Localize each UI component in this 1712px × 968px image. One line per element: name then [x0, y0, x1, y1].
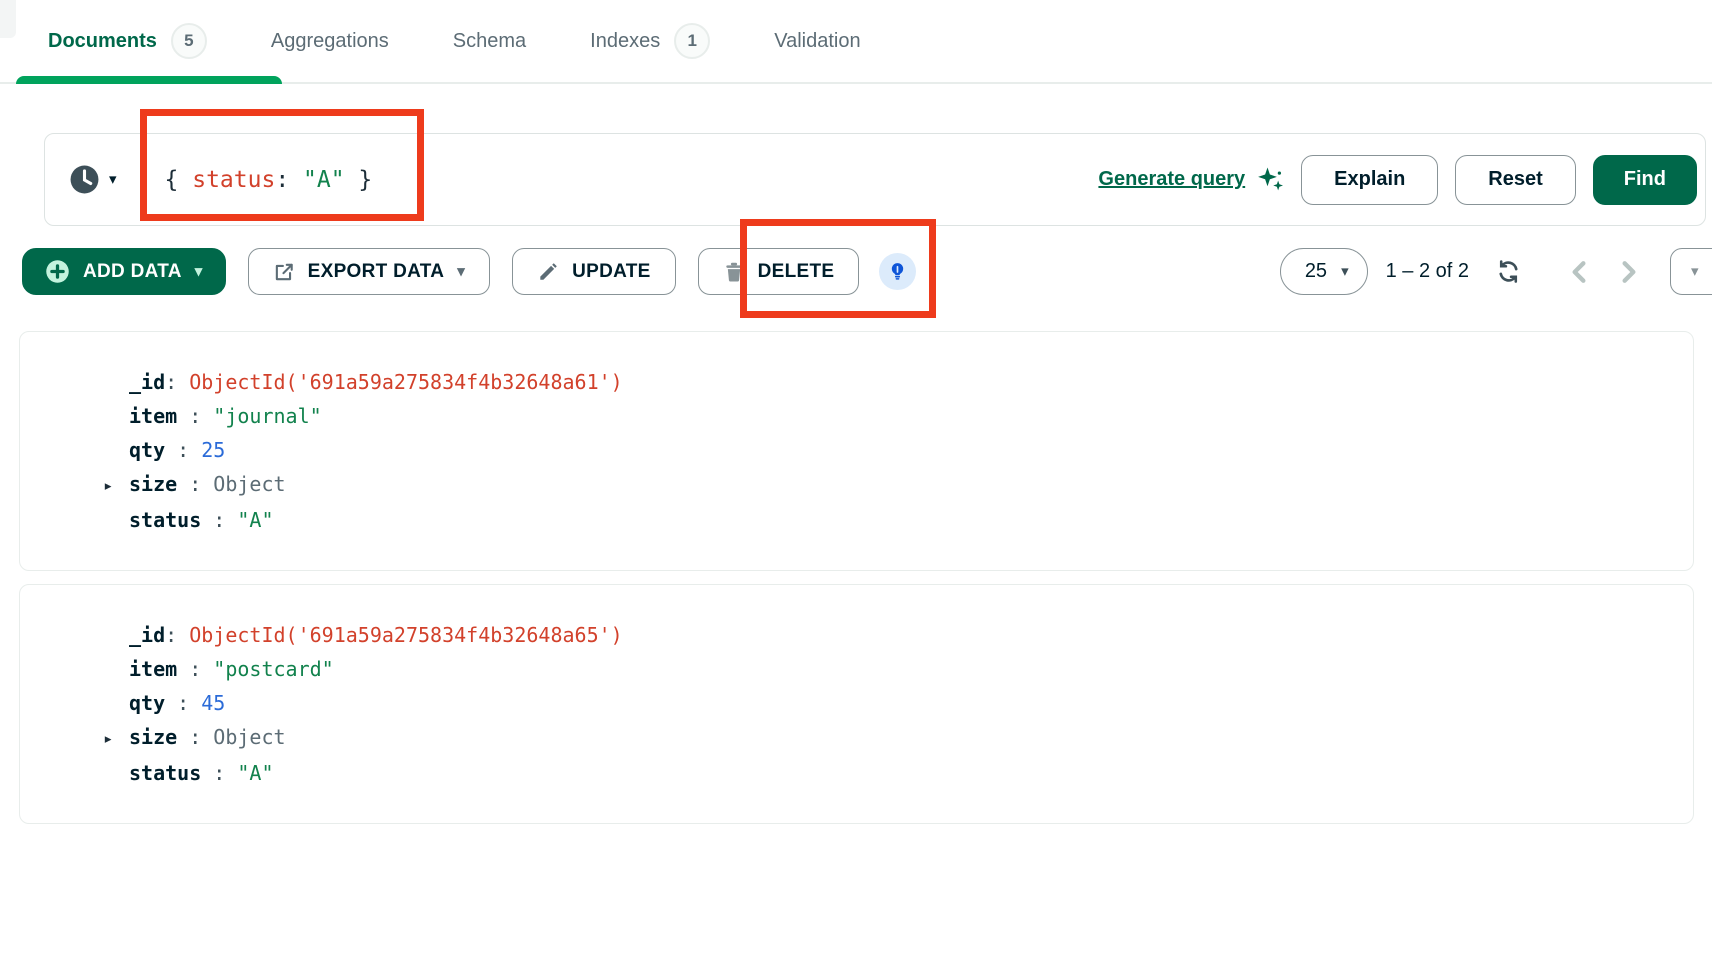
- field-key: qty: [129, 438, 165, 462]
- pencil-icon: [537, 261, 559, 283]
- generate-query-link[interactable]: Generate query: [1098, 168, 1245, 191]
- view-options-dropdown[interactable]: ▾: [1670, 248, 1712, 295]
- chevron-down-icon: ▾: [1341, 264, 1349, 279]
- clock-icon: [69, 164, 100, 195]
- lightbulb-icon: [887, 261, 908, 282]
- tab-validation[interactable]: Validation: [774, 30, 860, 53]
- chevron-left-icon: [1568, 259, 1590, 285]
- expand-triangle-icon[interactable]: ▸: [103, 476, 113, 496]
- pagination-range-label: 1 – 2 of 2: [1386, 260, 1469, 283]
- field-row-qty: qty : 45: [103, 686, 1693, 720]
- field-row-size: ▸size : Object: [103, 720, 1693, 756]
- field-row-id: _id: ObjectId('691a59a275834f4b32648a65'…: [103, 618, 1693, 652]
- field-key: _id: [129, 623, 165, 647]
- field-key: item: [129, 404, 177, 428]
- tab-documents[interactable]: Documents 5: [48, 23, 207, 59]
- trash-icon: [723, 261, 745, 283]
- field-row-item: item : "postcard": [103, 652, 1693, 686]
- update-button[interactable]: UPDATE: [512, 248, 676, 295]
- tab-indexes[interactable]: Indexes 1: [590, 23, 710, 59]
- query-bar: ▾ { status: "A" } Generate query Explain…: [44, 133, 1706, 226]
- tab-aggregations-label: Aggregations: [271, 30, 389, 53]
- delete-label: DELETE: [758, 261, 835, 283]
- field-row-size: ▸size : Object: [103, 467, 1693, 503]
- page-size-select[interactable]: 25 ▾: [1280, 248, 1368, 295]
- active-tab-underline: [16, 76, 282, 84]
- field-row-status: status : "A": [103, 756, 1693, 790]
- chevron-down-icon: ▾: [195, 264, 203, 279]
- refresh-documents-button[interactable]: [1495, 258, 1522, 285]
- tab-schema-label: Schema: [453, 30, 526, 53]
- documents-count-badge: 5: [171, 23, 207, 59]
- field-value-objectid: ObjectId('691a59a275834f4b32648a61'): [189, 370, 622, 394]
- chevron-down-icon: ▾: [457, 264, 465, 279]
- filter-value: "A": [303, 167, 345, 193]
- field-key: status: [129, 508, 201, 532]
- document-list: _id: ObjectId('691a59a275834f4b32648a61'…: [0, 331, 1712, 824]
- field-value-objectid: ObjectId('691a59a275834f4b32648a65'): [189, 623, 622, 647]
- chevron-down-icon: ▾: [109, 172, 117, 187]
- export-icon: [273, 261, 295, 283]
- document-card-2: _id: ObjectId('691a59a275834f4b32648a65'…: [19, 584, 1694, 824]
- filter-key: status: [192, 167, 275, 193]
- field-value-string: "postcard": [213, 657, 333, 681]
- export-data-button[interactable]: EXPORT DATA ▾: [248, 248, 491, 295]
- insights-button[interactable]: [879, 253, 916, 290]
- delete-button[interactable]: DELETE: [698, 248, 860, 295]
- field-value-string: "journal": [213, 404, 321, 428]
- field-key: size: [129, 472, 177, 496]
- filter-close-brace: }: [345, 167, 373, 193]
- find-button[interactable]: Find: [1593, 155, 1697, 205]
- filter-colon: :: [275, 167, 303, 193]
- next-page-button[interactable]: [1618, 259, 1640, 285]
- previous-page-button[interactable]: [1568, 259, 1590, 285]
- tab-indexes-label: Indexes: [590, 30, 660, 53]
- chevron-down-icon: ▾: [1691, 264, 1699, 279]
- field-value-object: Object: [213, 472, 285, 496]
- reset-button[interactable]: Reset: [1455, 155, 1575, 205]
- chevron-right-icon: [1618, 259, 1640, 285]
- field-value-number: 45: [201, 691, 225, 715]
- field-value-string: "A": [237, 508, 273, 532]
- field-key: _id: [129, 370, 165, 394]
- filter-open-brace: {: [165, 167, 193, 193]
- sparkle-icon: [1255, 165, 1285, 195]
- add-data-button[interactable]: ADD DATA ▾: [22, 248, 226, 295]
- documents-toolbar: ADD DATA ▾ EXPORT DATA ▾ UPDATE: [0, 248, 1712, 295]
- field-value-object: Object: [213, 725, 285, 749]
- page-size-value: 25: [1305, 260, 1327, 283]
- field-key: item: [129, 657, 177, 681]
- document-card-1: _id: ObjectId('691a59a275834f4b32648a61'…: [19, 331, 1694, 571]
- field-value-number: 25: [201, 438, 225, 462]
- collection-tab-bar: Documents 5 Aggregations Schema Indexes …: [0, 0, 1712, 84]
- update-label: UPDATE: [572, 261, 651, 283]
- query-filter-input[interactable]: { status: "A" }: [165, 167, 373, 193]
- field-row-id: _id: ObjectId('691a59a275834f4b32648a61'…: [103, 365, 1693, 399]
- field-key: status: [129, 761, 201, 785]
- query-history-button[interactable]: ▾: [69, 164, 117, 195]
- field-row-item: item : "journal": [103, 399, 1693, 433]
- field-value-string: "A": [237, 761, 273, 785]
- field-key: qty: [129, 691, 165, 715]
- expand-triangle-icon[interactable]: ▸: [103, 729, 113, 749]
- tab-validation-label: Validation: [774, 30, 860, 53]
- field-key: size: [129, 725, 177, 749]
- field-row-qty: qty : 25: [103, 433, 1693, 467]
- tab-schema[interactable]: Schema: [453, 30, 526, 53]
- indexes-count-badge: 1: [674, 23, 710, 59]
- add-data-label: ADD DATA: [83, 261, 182, 283]
- field-row-status: status : "A": [103, 503, 1693, 537]
- plus-circle-icon: [45, 259, 70, 284]
- export-data-label: EXPORT DATA: [308, 261, 445, 283]
- refresh-icon: [1495, 258, 1522, 285]
- tab-aggregations[interactable]: Aggregations: [271, 30, 389, 53]
- tab-documents-label: Documents: [48, 30, 157, 53]
- explain-button[interactable]: Explain: [1301, 155, 1438, 205]
